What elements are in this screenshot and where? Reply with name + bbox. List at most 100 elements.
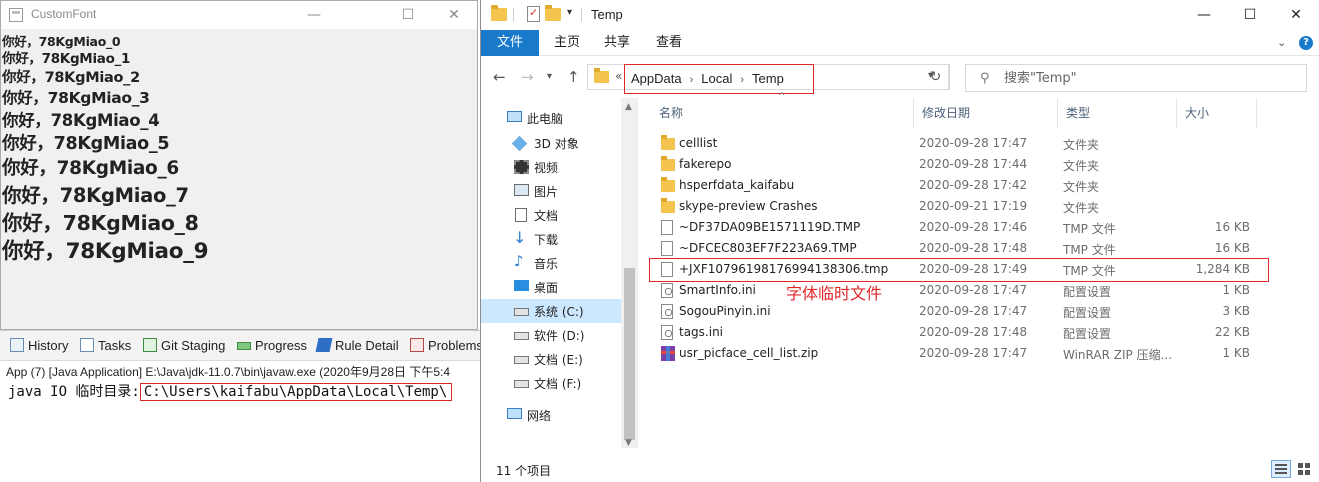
address-bar[interactable]: « AppData › Local › Temp ▾ <box>587 64 950 94</box>
drive-icon <box>514 356 529 364</box>
expand-ribbon-icon[interactable]: ⌄ <box>1277 36 1286 49</box>
nav-item-system-c[interactable]: 系统 (C:) <box>481 299 621 323</box>
nav-item-videos[interactable]: 视频 <box>481 155 621 179</box>
breadcrumb-local[interactable]: Local <box>701 71 732 86</box>
nav-item-pictures[interactable]: 图片 <box>481 179 621 203</box>
nav-item-label: 音乐 <box>534 257 559 271</box>
ribbon-tabs: 文件 主页 共享 查看 ⌄ ? <box>481 30 1319 56</box>
file-date: 2020-09-28 17:47 <box>919 283 1028 297</box>
file-name: skype-preview Crashes <box>679 199 818 213</box>
nav-item-software-d[interactable]: 软件 (D:) <box>481 323 621 347</box>
breadcrumb-appdata[interactable]: AppData <box>631 71 682 86</box>
tab-share[interactable]: 共享 <box>599 30 635 56</box>
file-type: 文件夹 <box>1063 138 1100 152</box>
quick-access-dropdown-icon[interactable]: ▾ <box>567 7 572 18</box>
properties-icon[interactable] <box>527 6 540 22</box>
tab-rule-detail[interactable]: Rule Detail <box>315 338 399 356</box>
file-size: 3 KB <box>1222 304 1250 318</box>
nav-item-network[interactable]: 网络 <box>481 403 621 427</box>
item-count: 11 个项目 <box>496 464 552 478</box>
column-headers: ^ 名称 修改日期 类型 大小 <box>641 92 1319 128</box>
tab-problems[interactable]: Problems <box>410 338 483 356</box>
rule-detail-icon <box>315 338 333 352</box>
file-type: 文件夹 <box>1063 201 1100 215</box>
nav-item-documents[interactable]: 文档 <box>481 203 621 227</box>
maximize-icon[interactable]: ☐ <box>385 1 431 29</box>
recent-locations-icon[interactable]: ▾ <box>547 71 552 82</box>
address-overflow[interactable]: « <box>615 69 622 83</box>
search-input[interactable] <box>1004 69 1294 87</box>
file-type: TMP 文件 <box>1063 222 1116 236</box>
tab-git-staging[interactable]: Git Staging <box>143 338 225 356</box>
problems-icon <box>410 338 424 352</box>
column-header-size[interactable]: 大小 <box>1177 98 1257 128</box>
new-folder-icon[interactable] <box>545 5 561 21</box>
file-date: 2020-09-21 17:19 <box>919 199 1028 213</box>
details-view-icon[interactable] <box>1271 460 1291 478</box>
column-header-date[interactable]: 修改日期 <box>914 98 1058 128</box>
breadcrumb-separator-icon[interactable]: › <box>682 74 702 86</box>
scroll-up-icon[interactable]: ▲ <box>625 102 632 112</box>
nav-item-downloads[interactable]: ↓ 下载 <box>481 227 621 251</box>
breadcrumb-separator-icon[interactable]: › <box>732 74 752 86</box>
file-date: 2020-09-28 17:48 <box>919 325 1028 339</box>
up-arrow-icon[interactable]: ↑ <box>567 68 580 86</box>
table-row[interactable]: SmartInfo.ini 2020-09-28 17:47 配置设置 1 KB <box>641 280 1319 301</box>
config-file-icon <box>661 325 673 340</box>
forward-arrow-icon[interactable]: → <box>521 68 534 86</box>
nav-item-desktop[interactable]: 桌面 <box>481 275 621 299</box>
java-app-icon <box>9 8 23 22</box>
help-icon[interactable]: ? <box>1299 36 1313 50</box>
table-row[interactable]: hsperfdata_kaifabu 2020-09-28 17:42 文件夹 <box>641 175 1319 196</box>
file-name: SogouPinyin.ini <box>679 304 771 318</box>
maximize-icon[interactable]: ☐ <box>1227 0 1273 30</box>
nav-item-3d-objects[interactable]: 3D 对象 <box>481 131 621 155</box>
tab-tasks[interactable]: Tasks <box>80 338 131 356</box>
nav-item-this-pc[interactable]: 此电脑 <box>481 106 621 130</box>
nav-item-label: 文档 (F:) <box>534 377 582 391</box>
tab-view[interactable]: 查看 <box>651 30 687 56</box>
column-header-type[interactable]: 类型 <box>1058 98 1177 128</box>
tab-progress[interactable]: Progress <box>237 338 307 356</box>
nav-item-documents-e[interactable]: 文档 (E:) <box>481 347 621 371</box>
file-name: hsperfdata_kaifabu <box>679 178 795 192</box>
minimize-icon[interactable]: — <box>291 1 337 29</box>
history-icon <box>10 338 24 352</box>
music-icon: ♪ <box>514 252 524 270</box>
table-row[interactable]: skype-preview Crashes 2020-09-21 17:19 文件夹 <box>641 196 1319 217</box>
tab-history[interactable]: History <box>10 338 68 356</box>
sample-text-line: 你好，78KgMiao_7 <box>2 184 189 207</box>
table-row[interactable]: usr_picface_cell_list.zip 2020-09-28 17:4… <box>641 343 1319 364</box>
winrar-archive-icon <box>661 346 675 361</box>
table-row[interactable]: SogouPinyin.ini 2020-09-28 17:47 配置设置 3 KB <box>641 301 1319 322</box>
table-row[interactable]: celllist 2020-09-28 17:47 文件夹 <box>641 133 1319 154</box>
large-icons-view-icon[interactable] <box>1296 460 1314 478</box>
navigation-pane: 此电脑 3D 对象 视频 图片 文档 ↓ 下载 ♪ 音乐 桌面 系统 (C:) … <box>481 98 621 448</box>
tab-file[interactable]: 文件 <box>481 30 539 56</box>
close-icon[interactable]: ✕ <box>431 1 477 29</box>
file-type: 配置设置 <box>1063 306 1112 320</box>
column-header-name[interactable]: 名称 <box>651 98 914 128</box>
refresh-icon[interactable]: ↻ <box>923 64 949 90</box>
table-row[interactable]: ~DF37DA09BE1571119D.TMP 2020-09-28 17:46 T… <box>641 217 1319 238</box>
scrollbar-thumb[interactable] <box>624 268 635 440</box>
file-size: 1 KB <box>1222 283 1250 297</box>
tab-home[interactable]: 主页 <box>549 30 585 56</box>
back-arrow-icon[interactable]: ← <box>493 68 506 86</box>
close-icon[interactable]: ✕ <box>1273 0 1319 30</box>
nav-item-music[interactable]: ♪ 音乐 <box>481 251 621 275</box>
breadcrumb-temp[interactable]: Temp <box>752 71 784 86</box>
nav-item-label: 此电脑 <box>527 112 564 126</box>
sample-text-line: 你好，78KgMiao_0 <box>2 34 121 49</box>
search-box[interactable]: ⚲ <box>965 64 1307 92</box>
table-row[interactable]: ~DFCEC803EF7F223A69.TMP 2020-09-28 17:48 T… <box>641 238 1319 259</box>
nav-item-documents-f[interactable]: 文档 (F:) <box>481 371 621 395</box>
scroll-down-icon[interactable]: ▼ <box>625 438 632 448</box>
customfont-titlebar[interactable]: CustomFont — ☐ ✕ <box>1 1 477 29</box>
table-row[interactable]: tags.ini 2020-09-28 17:48 配置设置 22 KB <box>641 322 1319 343</box>
folder-icon <box>661 198 675 213</box>
table-row[interactable]: fakerepo 2020-09-28 17:44 文件夹 <box>641 154 1319 175</box>
explorer-titlebar[interactable]: ▾ Temp — ☐ ✕ <box>481 0 1319 30</box>
navigation-scrollbar[interactable]: ▲ ▼ <box>621 98 638 448</box>
minimize-icon[interactable]: — <box>1181 0 1227 30</box>
